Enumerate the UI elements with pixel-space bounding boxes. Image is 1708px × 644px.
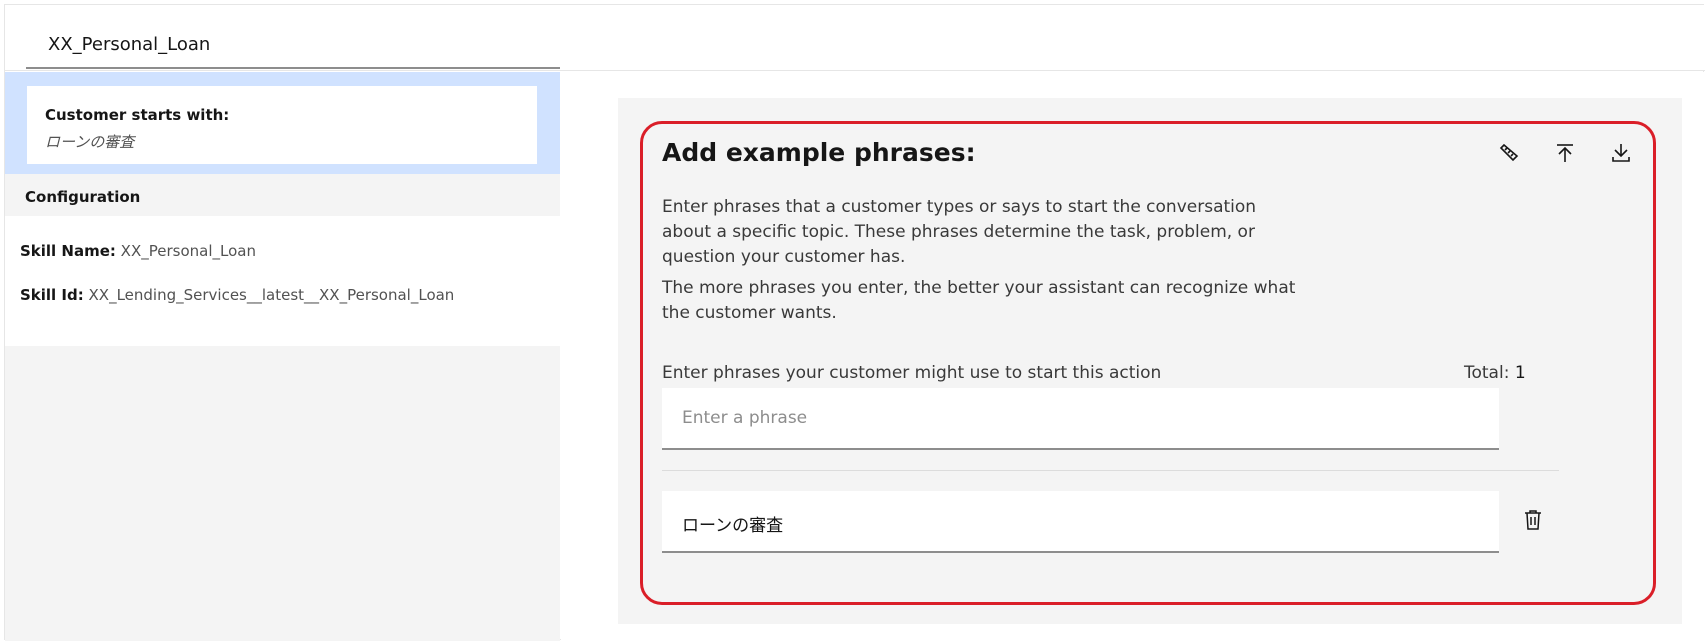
delete-phrase-button[interactable]: [1520, 506, 1546, 534]
configuration-header: Configuration: [5, 174, 560, 216]
upload-button[interactable]: [1550, 138, 1580, 168]
phrase-item[interactable]: ローンの審査: [662, 491, 1499, 553]
upload-icon: [1557, 144, 1573, 162]
left-panel: Customer starts with: ローンの審査 Configurati…: [5, 72, 560, 641]
recommend-icon: [1499, 143, 1519, 162]
download-button[interactable]: [1606, 138, 1636, 168]
skill-name-row: Skill Name: XX_Personal_Loan: [20, 242, 560, 272]
app-frame: XX_Personal_Loan Customer starts with: ロ…: [4, 4, 1705, 641]
starts-with-section: Customer starts with: ローンの審査: [5, 72, 560, 174]
top-bar: XX_Personal_Loan: [5, 5, 1705, 71]
total-label: Total:: [1464, 363, 1515, 383]
phrases-input-label: Enter phrases your customer might use to…: [662, 363, 1162, 383]
recommend-button[interactable]: [1494, 138, 1524, 168]
skill-name-value: XX_Personal_Loan: [115, 242, 256, 260]
trash-icon: [1525, 510, 1541, 530]
right-panel: Add example phrases: Enter phrases that …: [561, 72, 1705, 641]
action-name-field[interactable]: XX_Personal_Loan: [26, 25, 560, 69]
divider: [662, 470, 1559, 471]
skill-id-key: Skill Id:: [20, 286, 84, 304]
skill-name-key: Skill Name:: [20, 242, 116, 260]
editor-description-2: The more phrases you enter, the better y…: [662, 278, 1296, 323]
editor-toolbar: [1494, 138, 1636, 168]
skill-id-value: XX_Lending_Services__latest__XX_Personal…: [83, 286, 455, 304]
example-phrases-editor: Add example phrases: Enter phrases that …: [618, 98, 1682, 624]
total-count: 1: [1514, 363, 1526, 383]
editor-description-1: Enter phrases that a customer types or s…: [662, 197, 1257, 267]
download-icon: [1612, 144, 1630, 162]
starts-with-value: ローンの審査: [45, 133, 135, 151]
editor-title: Add example phrases:: [662, 138, 976, 167]
starts-with-card[interactable]: Customer starts with: ローンの審査: [27, 86, 537, 164]
starts-with-label: Customer starts with:: [45, 106, 230, 124]
phrase-total: Total: 1: [1464, 363, 1526, 383]
phrase-input[interactable]: [662, 388, 1499, 450]
configuration-body: Skill Name: XX_Personal_Loan Skill Id: X…: [5, 216, 560, 346]
skill-id-row: Skill Id: XX_Lending_Services__latest__X…: [20, 286, 560, 316]
